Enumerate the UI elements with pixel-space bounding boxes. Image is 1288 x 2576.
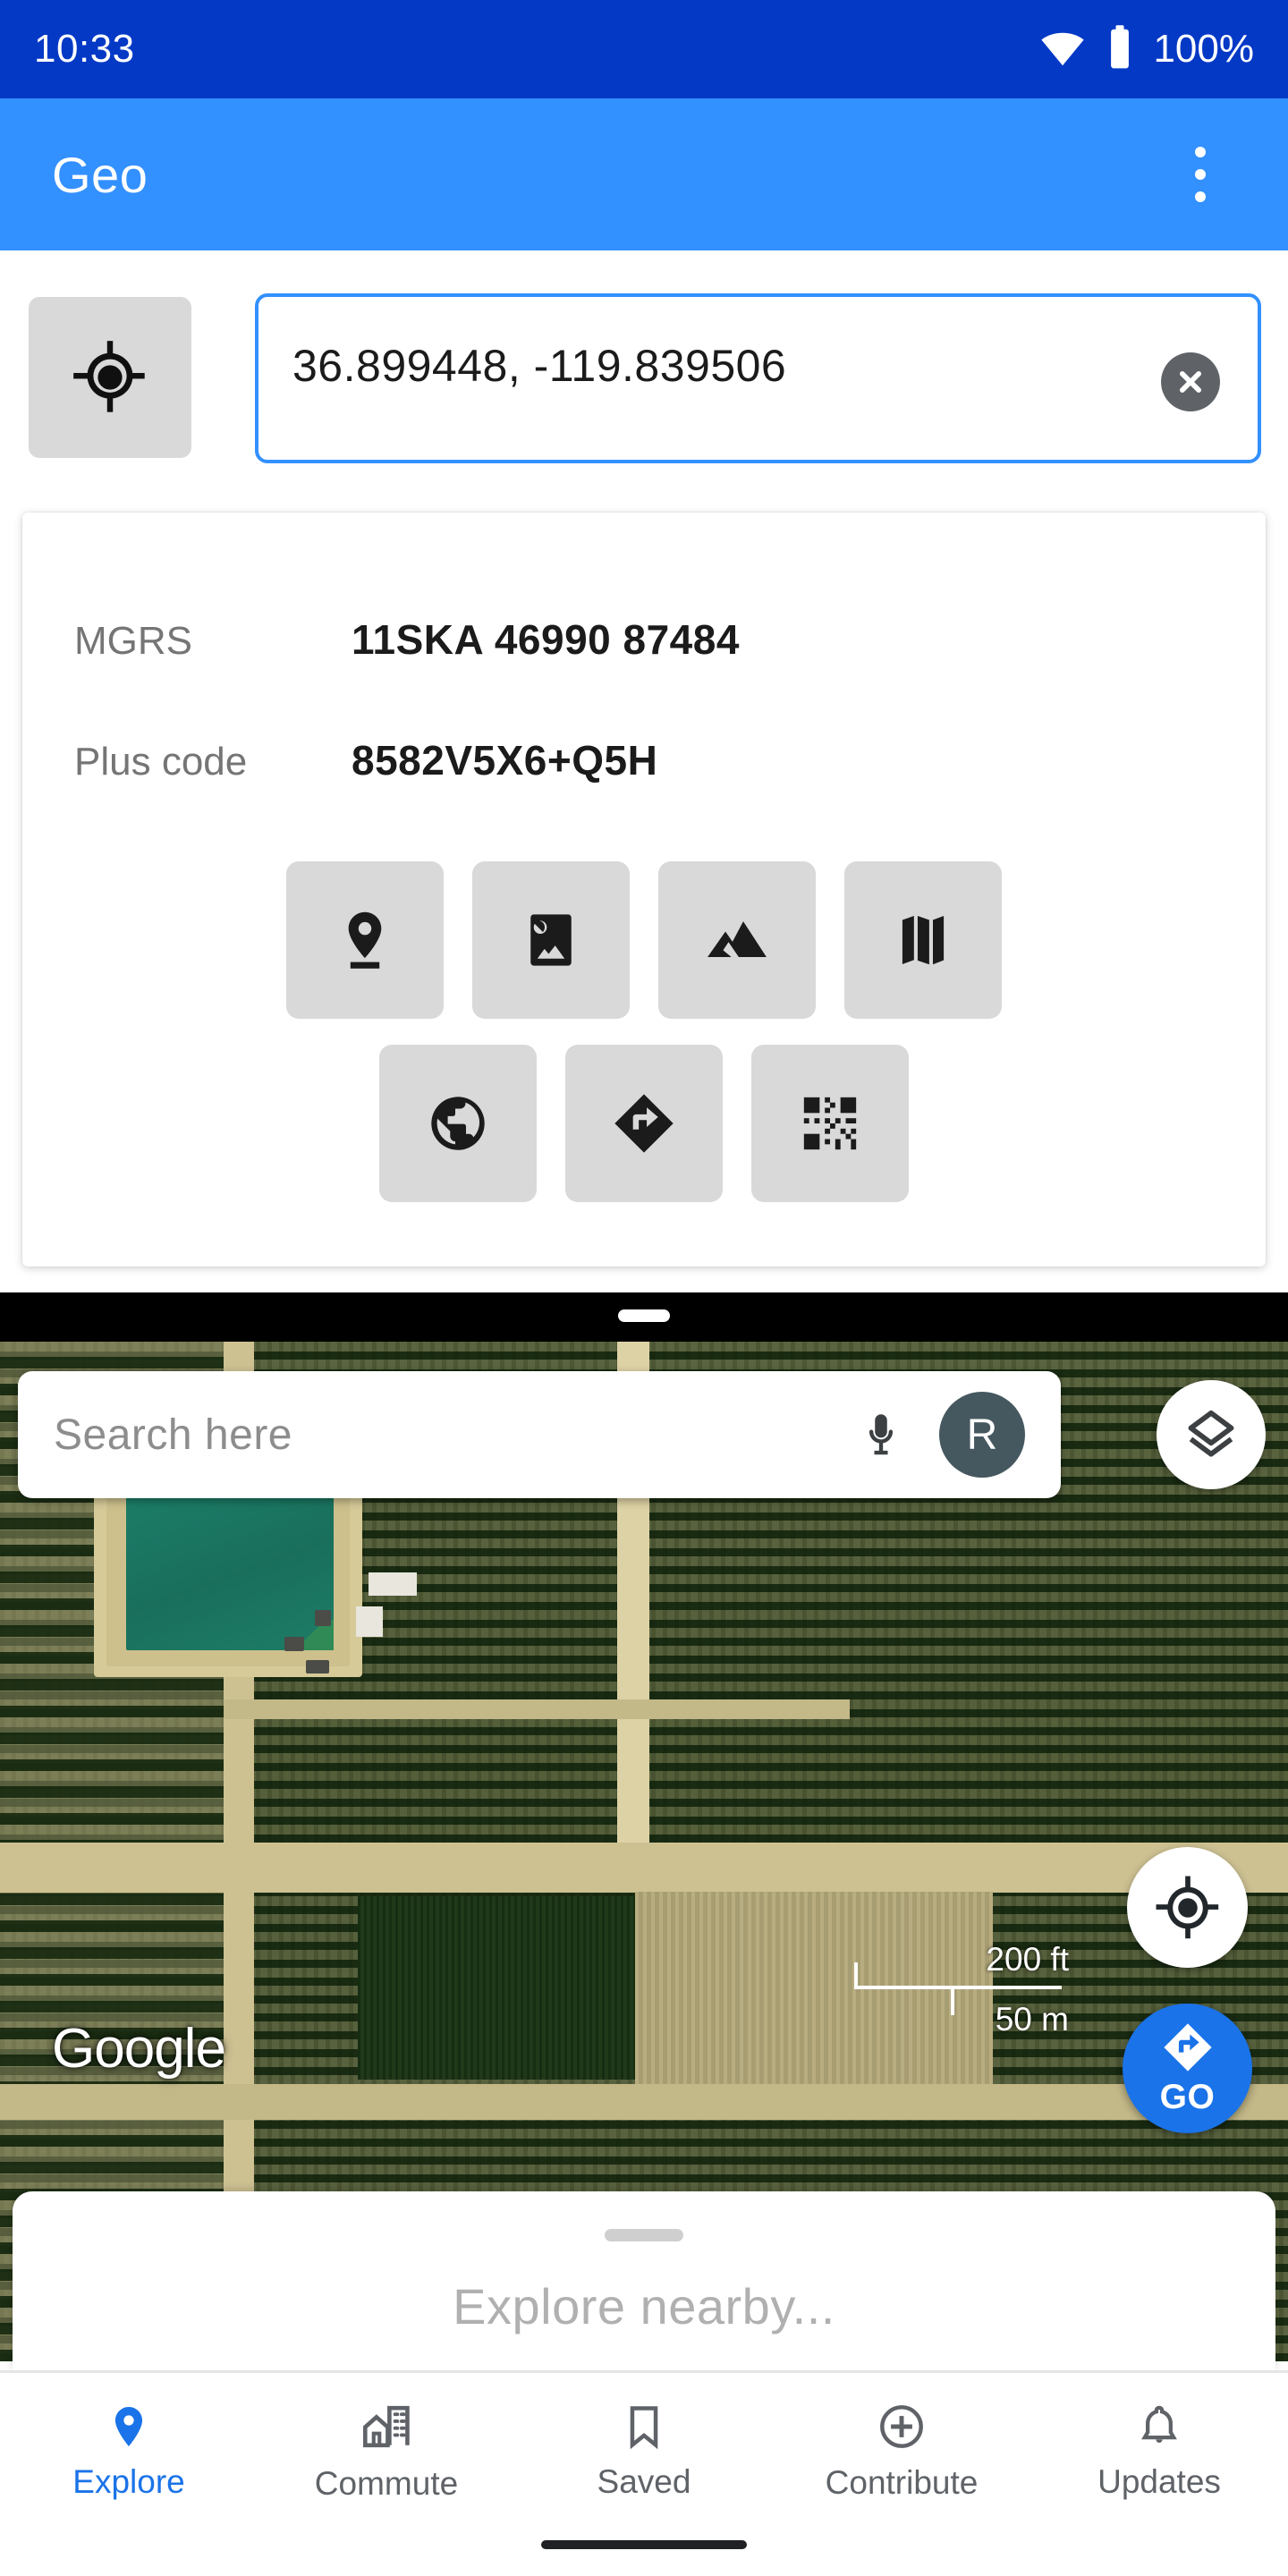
nav-item-contribute[interactable]: Contribute [773,2402,1030,2502]
explore-nearby-label: Explore nearby... [453,2278,835,2334]
show-on-map-button[interactable] [286,861,444,1019]
nav-label-updates: Updates [1097,2462,1221,2500]
farm-structure [369,1572,417,1596]
bookmark-icon [630,2405,658,2449]
nav-item-commute[interactable]: Commute [258,2401,515,2503]
system-gesture-bar [541,2540,747,2549]
coordinate-info-card: MGRS 11SKA 46990 87484 Plus code 8582V5X… [22,513,1266,1267]
action-buttons-row-2 [22,1045,1266,1202]
scale-imperial-label: 200 ft [986,1941,1069,1978]
more-vert-icon-dot [1195,191,1206,202]
bottom-navigation-bar: Explore Commute Saved Contribute Updates [0,2370,1288,2529]
map-search-placeholder: Search here [54,1411,292,1459]
crop-field-dark [358,1896,635,2080]
wifi-icon [1038,23,1087,76]
farm-structure [356,1606,383,1637]
plus-circle-icon [880,2404,923,2448]
plus-code-value[interactable]: 8582V5X6+Q5H [352,736,657,784]
reservoir-water [126,1478,334,1650]
nav-item-saved[interactable]: Saved [515,2402,773,2501]
nav-label-commute: Commute [314,2464,459,2502]
place-pin-icon [114,2406,143,2446]
my-location-icon [1156,1876,1218,1938]
directions-button[interactable] [565,1045,723,1202]
qr-code-button[interactable] [751,1045,909,1202]
vehicle [284,1637,304,1651]
open-globe-button[interactable] [379,1045,537,1202]
directions-diamond-icon [614,1094,674,1153]
more-vert-icon-dot [1195,147,1206,157]
explore-bottom-sheet[interactable]: Explore nearby... [13,2191,1275,2370]
google-attribution: Google [52,2018,226,2080]
account-avatar[interactable]: R [939,1392,1025,1478]
globe-public-icon [431,1097,485,1150]
directions-diamond-icon [1163,2023,1212,2072]
map-layers-button[interactable] [1157,1380,1266,1489]
scale-metric-label: 50 m [995,2001,1069,2038]
map-folded-icon [902,916,945,965]
map-button[interactable] [844,861,1002,1019]
nav-label-saved: Saved [597,2462,691,2500]
nav-label-explore: Explore [72,2462,185,2500]
nav-label-contribute: Contribute [825,2463,979,2501]
go-button-label: GO [1159,2078,1216,2116]
mgrs-value[interactable]: 11SKA 46990 87484 [352,615,740,664]
app-title: Geo [52,146,148,203]
map-search-bar[interactable]: Search here R [18,1371,1061,1498]
battery-percent-label: 100% [1153,27,1254,71]
microphone-icon [869,1414,894,1455]
map-my-location-button[interactable] [1127,1847,1248,1968]
bell-icon [1141,2405,1177,2443]
overflow-menu-button[interactable] [1165,125,1236,224]
status-bar-indicators: 100% [1038,23,1254,76]
nav-item-updates[interactable]: Updates [1030,2402,1288,2501]
terrain-button[interactable] [658,861,816,1019]
vehicle [315,1610,331,1626]
nav-item-explore[interactable]: Explore [0,2402,258,2501]
plus-code-row: Plus code 8582V5X6+Q5H [74,736,657,784]
use-my-location-button[interactable] [29,297,191,458]
coordinate-entry-row: 36.899448, -119.839506 Enter coordinates [0,268,1288,577]
phone-screen: 10:33 100% Geo 36.899448, -119.839506 MG… [0,0,1288,2576]
mgrs-row: MGRS 11SKA 46990 87484 [74,615,740,664]
coordinate-input-field[interactable]: 36.899448, -119.839506 [255,293,1261,463]
my-location-icon [73,341,145,412]
layers-icon [1188,1410,1234,1457]
farm-road-horizontal [0,1843,1288,1893]
map-scale-bar: 200 ft 50 m [854,1941,1069,2038]
photo-button[interactable] [472,861,630,1019]
vehicle [306,1660,329,1674]
scale-line [854,1986,1062,1989]
scale-tick [951,1986,954,2015]
drag-handle-icon[interactable] [605,2229,683,2241]
plus-code-label: Plus code [74,740,248,784]
field-edge [224,1699,850,1719]
battery-full-icon [1105,23,1135,76]
drag-handle-icon[interactable] [618,1309,670,1322]
farm-road-horizontal [0,2084,1288,2120]
app-bar: Geo [0,98,1288,250]
mgrs-label: MGRS [74,619,192,663]
commute-building-icon [363,2405,410,2447]
clear-coordinate-button[interactable] [1161,352,1220,411]
clear-icon [1180,371,1201,393]
photo-image-icon [530,914,572,966]
place-pin-icon [348,911,382,969]
qr-code-icon [803,1097,857,1150]
status-bar-clock: 10:33 [34,27,135,71]
voice-search-button[interactable] [846,1409,916,1461]
action-buttons-row-1 [22,861,1266,1019]
go-navigation-button[interactable]: GO [1123,2004,1252,2133]
terrain-mountain-icon [708,921,767,957]
split-screen-divider[interactable] [0,1292,1288,1342]
coordinate-input-value: 36.899448, -119.839506 [292,341,787,391]
status-bar: 10:33 100% [0,0,1288,98]
more-vert-icon-dot [1195,169,1206,180]
